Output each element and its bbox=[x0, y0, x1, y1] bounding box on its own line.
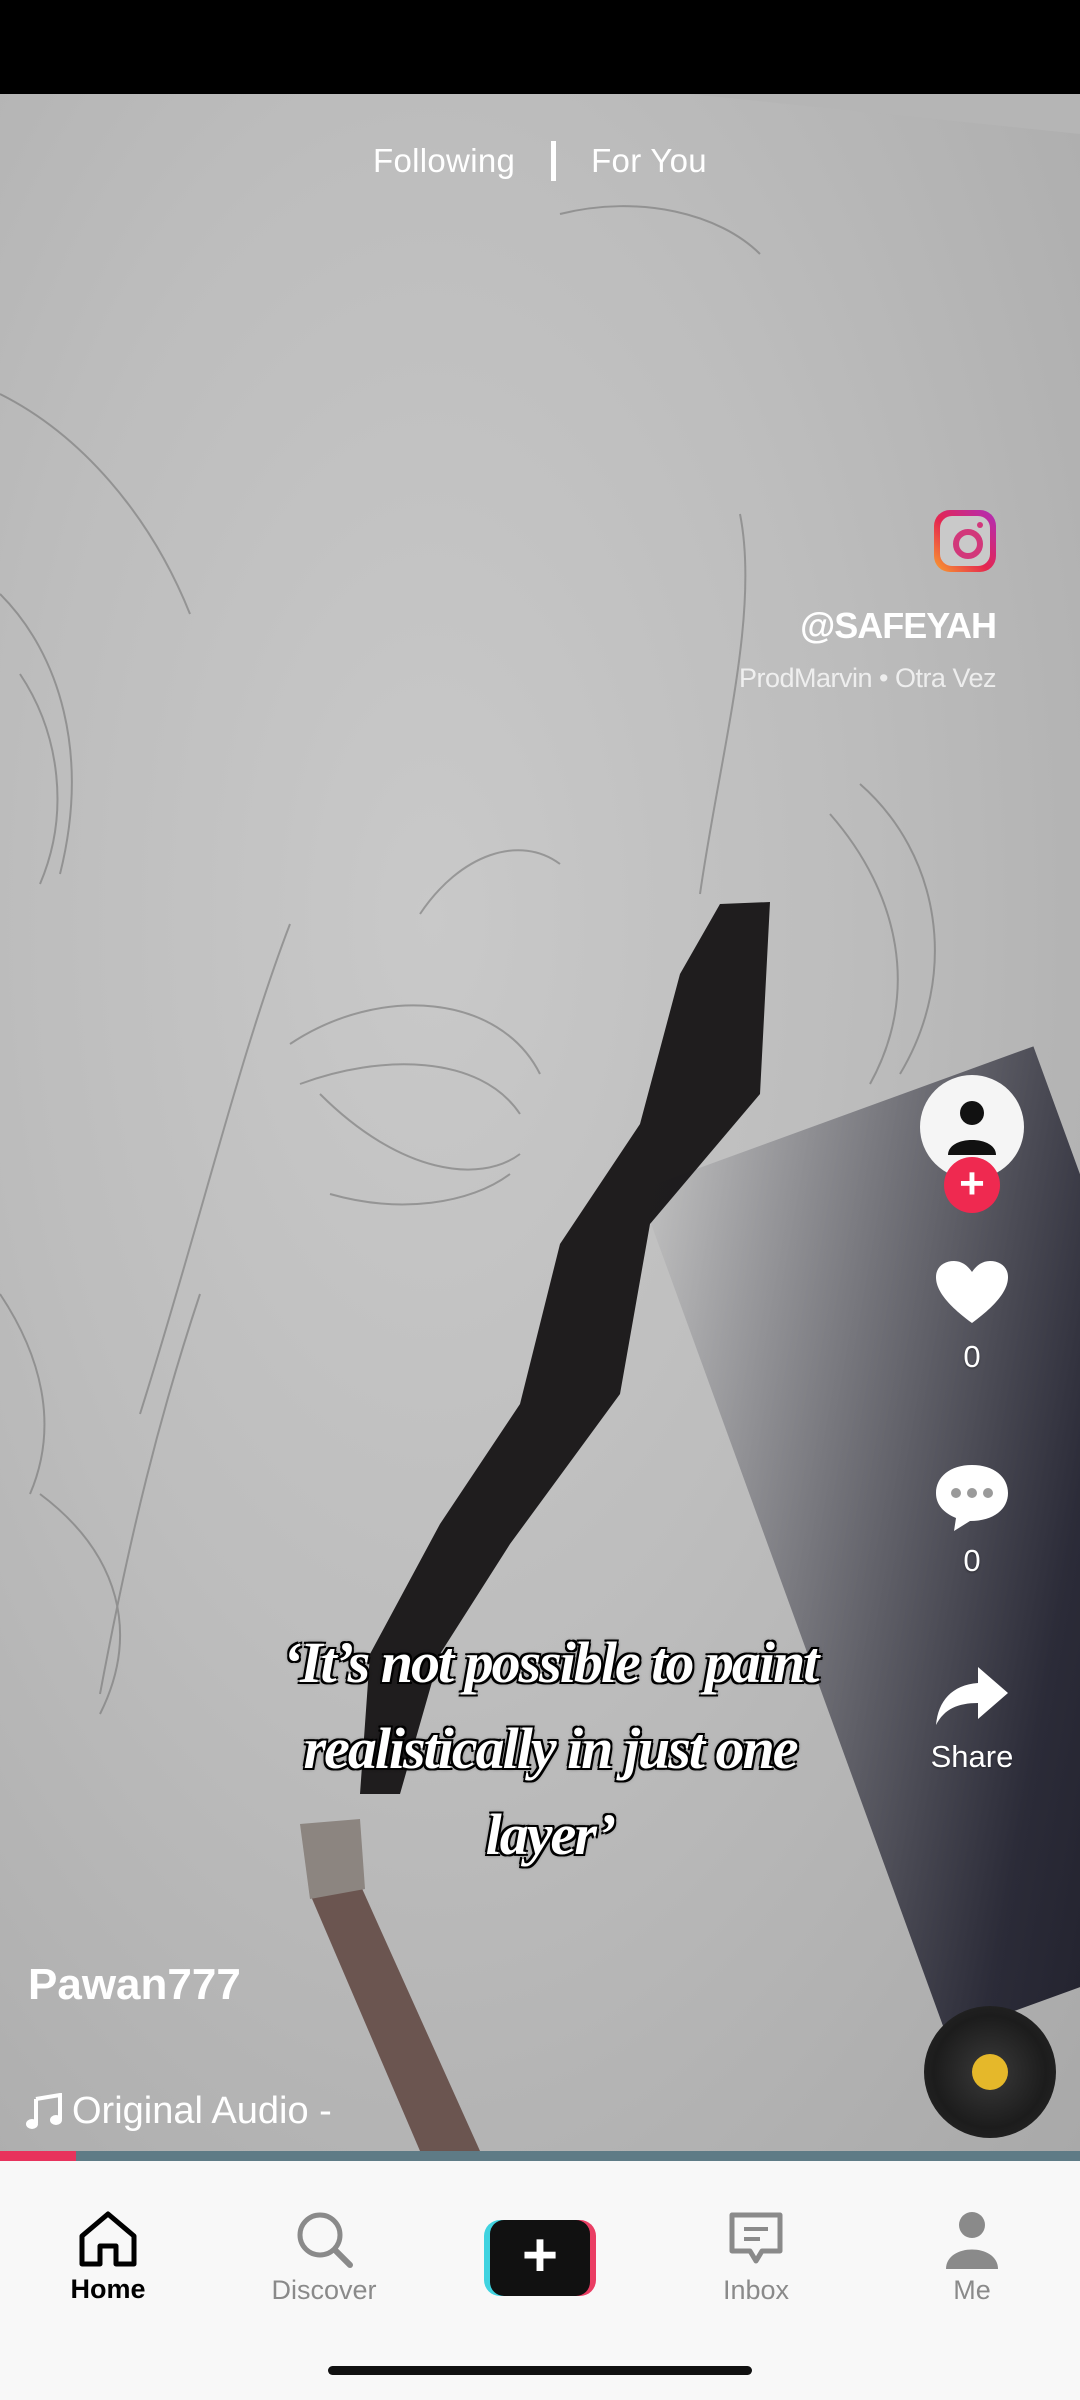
gesture-area bbox=[0, 2354, 1080, 2400]
share-icon bbox=[936, 1667, 1008, 1725]
comment-icon bbox=[936, 1465, 1008, 1531]
video-progress-fill bbox=[0, 2151, 76, 2161]
search-icon bbox=[297, 2212, 353, 2268]
heart-icon bbox=[936, 1261, 1008, 1323]
creator-avatar[interactable]: + bbox=[920, 1075, 1024, 1213]
comment-count: 0 bbox=[963, 1543, 981, 1578]
nav-create[interactable]: + bbox=[460, 2219, 620, 2296]
follow-button[interactable]: + bbox=[944, 1157, 1000, 1213]
create-button[interactable]: + bbox=[484, 2219, 596, 2296]
nav-me-label: Me bbox=[953, 2275, 991, 2305]
plus-icon: + bbox=[959, 1159, 985, 1208]
video-caption: ‘It’s not possible to paint realisticall… bbox=[200, 1620, 900, 1878]
like-count: 0 bbox=[963, 1339, 981, 1374]
instagram-icon bbox=[934, 510, 996, 572]
audio-title: Original Audio - bbox=[72, 2090, 332, 2132]
music-disc-icon[interactable] bbox=[924, 2006, 1056, 2138]
home-icon bbox=[79, 2211, 137, 2267]
status-bar bbox=[0, 0, 1080, 94]
comment-button[interactable]: 0 bbox=[902, 1461, 1042, 1579]
music-note-icon bbox=[26, 2092, 62, 2129]
plus-icon: + bbox=[490, 2219, 590, 2296]
video-progress-bar[interactable] bbox=[0, 2151, 1080, 2161]
profile-icon bbox=[946, 2212, 998, 2269]
nav-discover-label: Discover bbox=[271, 2275, 377, 2305]
like-button[interactable]: 0 bbox=[902, 1257, 1042, 1375]
audio-info[interactable]: Original Audio - bbox=[26, 2090, 332, 2133]
inbox-icon bbox=[729, 2212, 783, 2264]
bottom-nav: Home Discover + Inbox Me bbox=[0, 2161, 1080, 2354]
tab-divider bbox=[550, 141, 556, 182]
caption-line: ‘It’s not possible to paint bbox=[282, 1630, 820, 1695]
watermark-credit: ProdMarvin • Otra Vez bbox=[738, 663, 997, 693]
caption-line: layer’ bbox=[485, 1802, 617, 1867]
creator-username[interactable]: Pawan777 bbox=[28, 1960, 241, 2010]
nav-home[interactable]: Home bbox=[28, 2210, 188, 2305]
caption-line: realistically in just one bbox=[303, 1716, 799, 1781]
nav-me[interactable]: Me bbox=[892, 2209, 1052, 2306]
share-button[interactable]: Share bbox=[902, 1663, 1042, 1775]
nav-discover[interactable]: Discover bbox=[244, 2209, 404, 2306]
nav-inbox[interactable]: Inbox bbox=[676, 2209, 836, 2306]
tab-for-you[interactable]: For You bbox=[591, 142, 707, 180]
action-rail: + 0 0 Share bbox=[902, 1075, 1042, 1775]
nav-home-label: Home bbox=[70, 2274, 146, 2304]
video-watermark: @SAFEYAH ProdMarvin • Otra Vez bbox=[738, 510, 997, 694]
watermark-handle: @SAFEYAH bbox=[800, 605, 997, 646]
home-indicator[interactable] bbox=[328, 2366, 752, 2375]
person-icon bbox=[948, 1101, 996, 1155]
tab-following[interactable]: Following bbox=[373, 142, 515, 180]
nav-inbox-label: Inbox bbox=[722, 2275, 790, 2305]
share-label: Share bbox=[930, 1739, 1014, 1774]
feed-tabs: Following For You bbox=[0, 140, 1080, 182]
